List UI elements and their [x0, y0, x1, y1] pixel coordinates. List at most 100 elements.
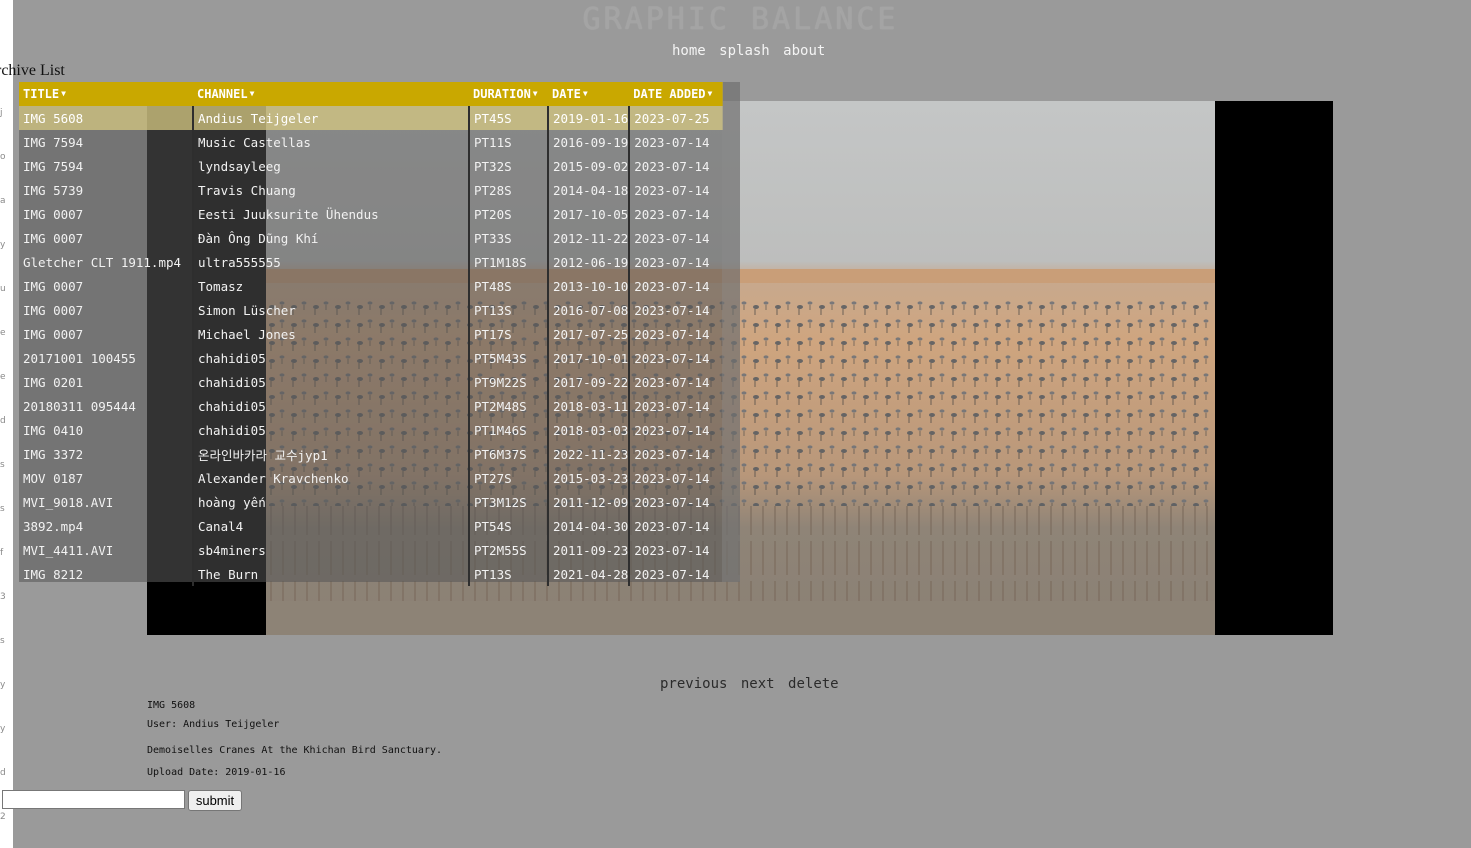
cell-channel: Michael Jones [192, 322, 469, 346]
table-row[interactable]: IMG 5739 Travis Chuang PT28S 2014-04-18 2023… [19, 178, 724, 202]
sort-date-header[interactable]: DATE ▼ [548, 82, 630, 106]
cell-duration: PT13S [468, 562, 548, 586]
cell-title: IMG 0007 [23, 326, 84, 342]
cell-date: 2018-03-11 [546, 394, 630, 418]
cell-added: 2023-07-14 [628, 490, 724, 514]
archive-table-body: IMG 5608 Andius Teijgeler PT45S 2019-01-16 2… [19, 106, 724, 586]
cell-duration: PT5M43S [468, 346, 548, 370]
previous-button[interactable]: previous [660, 676, 727, 692]
table-row[interactable]: IMG 3372 온라인바카라 교수jyp1 PT6M37S 2022-11-23 20… [19, 442, 724, 466]
cell-date: 2016-09-19 [546, 130, 630, 154]
nav-splash-link[interactable]: splash [719, 43, 770, 59]
cell-duration: PT48S [468, 274, 548, 298]
cell-added: 2023-07-14 [628, 442, 724, 466]
cell-duration: PT3M12S [468, 490, 548, 514]
edge-letter: f [0, 548, 4, 558]
submit-button[interactable]: submit [188, 790, 242, 811]
table-row[interactable]: IMG 0007 Simon Lüscher PT13S 2016-07-08 2023… [19, 298, 724, 322]
edge-letter: s [0, 460, 5, 470]
table-row[interactable]: IMG 8212 The Burn PT13S 2021-04-28 2023-07-1… [19, 562, 724, 586]
table-row[interactable]: 20171001 100455 chahidi05 PT5M43S 2017-10-0… [19, 346, 724, 370]
sort-caret-icon: ▼ [707, 89, 713, 98]
table-row[interactable]: IMG 0007 Michael Jones PT17S 2017-07-25 2023… [19, 322, 724, 346]
table-row[interactable]: IMG 0007 Tomasz PT48S 2013-10-10 2023-07-14 [19, 274, 724, 298]
cell-date: 2017-10-01 [546, 346, 630, 370]
cell-added: 2023-07-14 [628, 154, 724, 178]
cell-date: 2012-11-22 [546, 226, 630, 250]
cell-date: 2017-09-22 [546, 370, 630, 394]
cell-channel: The Burn [192, 562, 469, 586]
cell-duration: PT9M22S [468, 370, 548, 394]
sort-duration-header[interactable]: DURATION ▼ [469, 82, 548, 106]
cell-added: 2023-07-14 [628, 562, 724, 586]
cell-added: 2023-07-14 [628, 418, 724, 442]
table-row[interactable]: IMG 0201 chahidi05 PT9M22S 2017-09-22 2023-0… [19, 370, 724, 394]
table-row[interactable]: Gletcher CLT 1911.mp4 ultra555555 PT1M18S 2… [19, 250, 724, 274]
cell-date: 2015-03-23 [546, 466, 630, 490]
cell-title: 3892.mp4 [23, 518, 84, 534]
cell-duration: PT17S [468, 322, 548, 346]
cell-duration: PT33S [468, 226, 548, 250]
archive-table-panel: TITLE ▼ CHANNEL ▼ DURATION ▼ DATE ▼ DATE ADD… [19, 82, 740, 586]
table-row[interactable]: IMG 5608 Andius Teijgeler PT45S 2019-01-16 2… [19, 106, 724, 130]
cell-duration: PT13S [468, 298, 548, 322]
cell-title: MVI_9018.AVI [23, 494, 114, 510]
cell-title: IMG 7594 [23, 158, 84, 174]
sort-date-added-header[interactable]: DATE ADDED ▼ [629, 82, 724, 106]
cell-channel: Simon Lüscher [192, 298, 469, 322]
cell-added: 2023-07-14 [628, 394, 724, 418]
cell-duration: PT2M48S [468, 394, 548, 418]
cell-channel: sb4miners [192, 538, 469, 562]
cell-title: 20180311 095444 [23, 398, 136, 414]
cell-added: 2023-07-14 [628, 346, 724, 370]
next-button[interactable]: next [741, 676, 775, 692]
cell-channel: Eesti Juuksurite Ühendus [192, 202, 469, 226]
table-row[interactable]: MVI_4411.AVI sb4miners PT2M55S 2011-09-23 20… [19, 538, 724, 562]
cell-title: IMG 5608 [19, 106, 193, 130]
video-upload-date-text: Upload Date: 2019-01-16 [147, 767, 286, 778]
cell-title: IMG 7594 [23, 134, 84, 150]
cell-channel: chahidi05 [192, 370, 469, 394]
table-row[interactable]: 20180311 095444 chahidi05 PT2M48S 2018-03-1… [19, 394, 724, 418]
cell-title: IMG 5739 [23, 182, 84, 198]
cell-date: 2014-04-18 [546, 178, 630, 202]
nav-about-link[interactable]: about [783, 43, 825, 59]
sort-title-header[interactable]: TITLE ▼ [19, 82, 193, 106]
cell-channel: hoàng yến [192, 490, 469, 514]
table-row[interactable]: IMG 7594 lyndsayleeg PT32S 2015-09-02 2023-0… [19, 154, 724, 178]
table-row[interactable]: 3892.mp4 Canal4 PT54S 2014-04-30 2023-07-14 [19, 514, 724, 538]
cell-duration: PT20S [468, 202, 548, 226]
table-row[interactable]: IMG 0007 Đàn Ông Dũng Khí PT33S 2012-11-22 2… [19, 226, 724, 250]
cell-added: 2023-07-14 [628, 370, 724, 394]
nav-home-link[interactable]: home [672, 43, 706, 59]
cell-duration: PT11S [468, 130, 548, 154]
table-row[interactable]: MVI_9018.AVI hoàng yến PT3M12S 2011-12-09 20… [19, 490, 724, 514]
edge-letter: 3 [0, 592, 6, 602]
cell-added: 2023-07-14 [628, 322, 724, 346]
cell-added: 2023-07-14 [628, 298, 724, 322]
cell-date: 2016-07-08 [546, 298, 630, 322]
cell-date: 2011-12-09 [546, 490, 630, 514]
cell-duration: PT2M55S [468, 538, 548, 562]
table-row[interactable]: IMG 0410 chahidi05 PT1M46S 2018-03-03 2023-0… [19, 418, 724, 442]
cell-title: IMG 0007 [23, 278, 84, 294]
cell-date: 2012-06-19 [546, 250, 630, 274]
table-row[interactable]: IMG 0007 Eesti Juuksurite Ühendus PT20S 201… [19, 202, 724, 226]
cell-added: 2023-07-14 [628, 250, 724, 274]
video-description-text: Demoiselles Cranes At the Khichan Bird S… [147, 745, 443, 756]
sort-channel-header[interactable]: CHANNEL ▼ [193, 82, 469, 106]
cell-channel: Travis Chuang [192, 178, 469, 202]
cell-title: IMG 0201 [23, 374, 84, 390]
table-row[interactable]: IMG 7594 Music Castellas PT11S 2016-09-19 20… [19, 130, 724, 154]
edge-letter: y [0, 680, 6, 690]
cell-title: Gletcher CLT 1911.mp4 [23, 254, 182, 270]
table-scrollbar[interactable] [722, 82, 740, 582]
url-input[interactable] [2, 790, 185, 809]
cell-channel: lyndsayleeg [192, 154, 469, 178]
edge-letter: u [0, 284, 6, 294]
edge-letter: e [0, 372, 6, 382]
cell-channel: chahidi05 [192, 394, 469, 418]
table-row[interactable]: MOV 0187 Alexander Kravchenko PT27S 2015-03… [19, 466, 724, 490]
delete-button[interactable]: delete [788, 676, 839, 692]
cell-title: IMG 0007 [23, 302, 84, 318]
